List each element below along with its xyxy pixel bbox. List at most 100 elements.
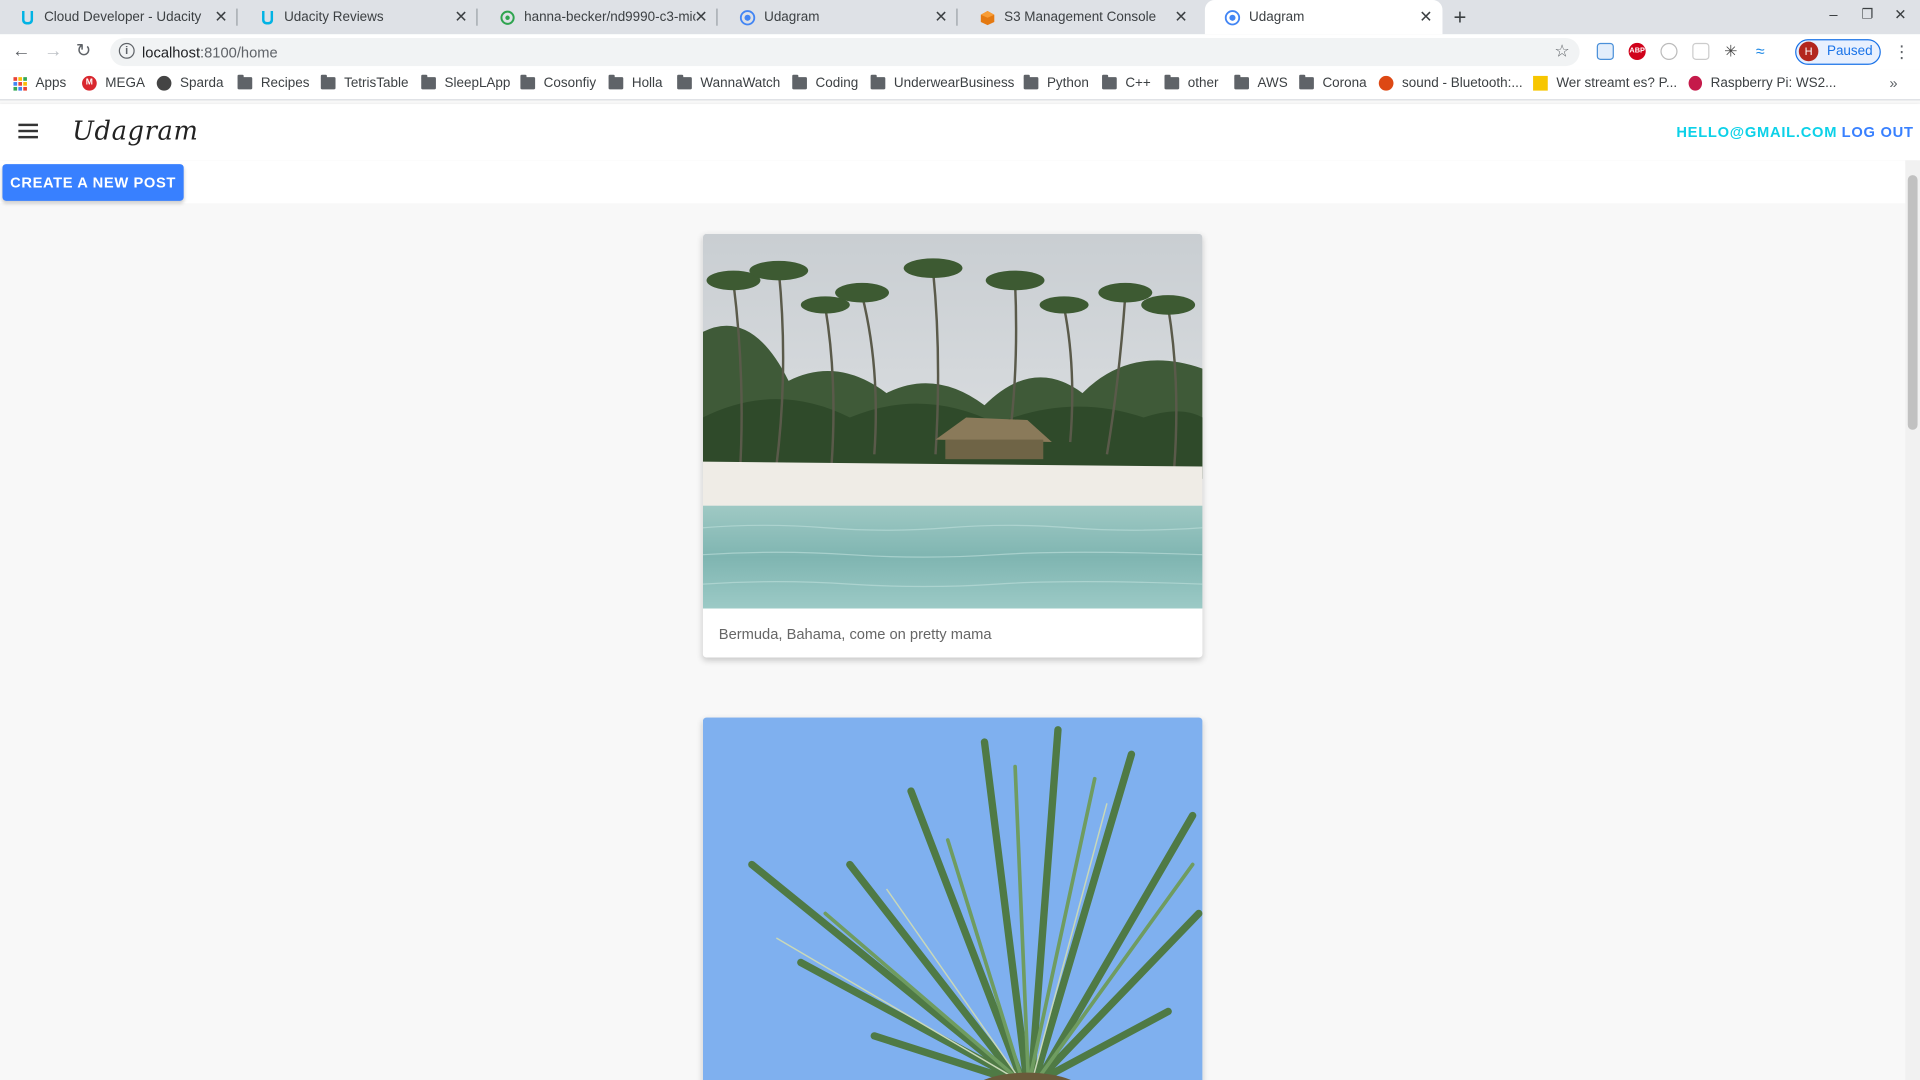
- close-window-button[interactable]: ✕: [1894, 6, 1906, 23]
- bookmark-label: TetrisTable: [344, 75, 409, 91]
- forward-icon[interactable]: →: [44, 40, 62, 62]
- restore-button[interactable]: ❐: [1861, 6, 1873, 22]
- user-email-link[interactable]: HELLO@GMAIL.COM: [1676, 124, 1837, 141]
- url-text[interactable]: localhost:8100/home: [142, 44, 278, 61]
- folder-icon: [421, 74, 436, 90]
- adblock-icon[interactable]: ABP: [1628, 42, 1646, 61]
- tab-title: Udagram: [764, 9, 820, 25]
- bookmark-wannawatch[interactable]: WannaWatch: [677, 74, 781, 91]
- post-image[interactable]: [702, 233, 1203, 609]
- bookmark-tetristable[interactable]: TetrisTable: [320, 74, 409, 91]
- bookmark-label: sound - Bluetooth:...: [1402, 75, 1523, 91]
- browser-toolbar: ← → ↻ i localhost:8100/home ☆ ABP ✳ ≈ H …: [0, 34, 1920, 70]
- bookmark-sleeplapp[interactable]: SleepLApp: [421, 74, 511, 91]
- bookmark-label: WannaWatch: [700, 75, 781, 91]
- back-icon[interactable]: ←: [12, 40, 30, 62]
- bookmark-label: Apps: [35, 75, 67, 91]
- url-path: :8100/home: [200, 44, 278, 62]
- folder-icon: [792, 74, 807, 90]
- bookmark-label: C++: [1125, 75, 1151, 91]
- feed-card: Bermuda, Bahama, come on pretty mama: [702, 233, 1203, 658]
- bookmarks-overflow-icon[interactable]: »: [1889, 75, 1897, 92]
- extension-box-icon[interactable]: [1692, 42, 1710, 61]
- create-post-button[interactable]: CREATE A NEW POST: [2, 164, 184, 201]
- folder-icon: [1234, 74, 1249, 90]
- tab-close-icon[interactable]: ✕: [1419, 7, 1432, 27]
- app-logo[interactable]: Udagram: [72, 116, 198, 145]
- action-bar: CREATE A NEW POST: [0, 160, 1906, 204]
- bookmark-holla[interactable]: Holla: [608, 74, 663, 91]
- bookmark-cpp[interactable]: C++: [1102, 74, 1151, 91]
- profile-status: Paused: [1826, 44, 1873, 59]
- bookmark-recipes[interactable]: Recipes: [237, 74, 309, 91]
- browser-menu-icon[interactable]: ⋮: [1893, 42, 1910, 63]
- new-tab-button[interactable]: +: [1453, 5, 1466, 29]
- scrollbar-thumb[interactable]: [1907, 175, 1918, 430]
- tab-close-icon[interactable]: ✕: [694, 7, 707, 27]
- palm-image: [702, 717, 1203, 1080]
- bookmark-werstreamt[interactable]: Wer streamt es? P...: [1533, 75, 1678, 91]
- tab-close-icon[interactable]: ✕: [214, 7, 227, 27]
- bookmark-corona[interactable]: Corona: [1299, 74, 1367, 91]
- bookmark-aws[interactable]: AWS: [1234, 74, 1288, 91]
- bookmark-sound-bluetooth[interactable]: sound - Bluetooth:...: [1378, 75, 1523, 91]
- bookmark-mega[interactable]: M MEGA: [82, 75, 145, 91]
- bookmark-cosonfiy[interactable]: Cosonfiy: [520, 74, 596, 91]
- tab-title: hanna-becker/nd9990-c3-micro: [524, 9, 696, 25]
- menu-icon[interactable]: [18, 123, 38, 139]
- folder-icon: [1164, 74, 1180, 90]
- tab-separator: [956, 8, 958, 26]
- mega-icon: M: [82, 75, 97, 91]
- reload-icon[interactable]: ↻: [76, 40, 91, 62]
- extension-clock-icon[interactable]: [1660, 42, 1678, 61]
- tab-close-icon[interactable]: ✕: [934, 7, 947, 27]
- bookmark-underwearbusiness[interactable]: UnderwearBusiness: [870, 74, 1015, 91]
- minimize-button[interactable]: –: [1829, 6, 1837, 23]
- bookmark-python[interactable]: Python: [1023, 74, 1089, 91]
- bookmark-label: MEGA: [105, 75, 145, 91]
- bookmark-apps[interactable]: Apps: [13, 76, 66, 91]
- bookmark-coding[interactable]: Coding: [792, 74, 859, 91]
- askubuntu-icon: [1378, 75, 1394, 91]
- sparda-icon: [156, 75, 172, 91]
- raspberry-icon: [1688, 75, 1703, 91]
- tab-cloud-developer[interactable]: Cloud Developer - Udacity ✕: [0, 0, 238, 34]
- folder-icon: [608, 74, 624, 90]
- tab-close-icon[interactable]: ✕: [454, 7, 467, 27]
- udacity-icon: [260, 9, 276, 25]
- globe-icon: [739, 9, 756, 25]
- folder-icon: [320, 74, 336, 90]
- bookmark-other[interactable]: other: [1164, 74, 1218, 91]
- feed-card: [702, 717, 1203, 1080]
- app-header: Udagram HELLO@GMAIL.COM LOG OUT: [0, 104, 1920, 161]
- udacity-icon: [20, 9, 36, 25]
- bookmark-label: Coding: [815, 75, 859, 91]
- folder-icon: [677, 74, 692, 90]
- page-scrollbar[interactable]: [1905, 160, 1920, 1080]
- extension-wave-icon[interactable]: ≈: [1756, 42, 1773, 60]
- extension-screen-icon[interactable]: [1596, 42, 1614, 61]
- tab-github[interactable]: hanna-becker/nd9990-c3-micro ✕: [480, 0, 718, 34]
- profile-avatar: H: [1798, 41, 1819, 62]
- tab-strip: Cloud Developer - Udacity ✕ Udacity Revi…: [0, 0, 1920, 35]
- apps-grid-icon: [13, 76, 27, 91]
- tab-close-icon[interactable]: ✕: [1174, 7, 1187, 27]
- tab-udacity-reviews[interactable]: Udacity Reviews ✕: [240, 0, 478, 34]
- site-info-icon[interactable]: i: [118, 42, 135, 59]
- tab-separator: [236, 8, 238, 26]
- tab-udagram-1[interactable]: Udagram ✕: [720, 0, 958, 34]
- post-image[interactable]: [702, 717, 1203, 1080]
- bookmark-label: Wer streamt es? P...: [1556, 75, 1678, 91]
- bookmark-sparda[interactable]: Sparda: [156, 75, 223, 91]
- profile-button[interactable]: H Paused: [1795, 39, 1881, 65]
- bookmark-star-icon[interactable]: ☆: [1554, 40, 1569, 61]
- extension-bug-icon[interactable]: ✳: [1724, 42, 1741, 60]
- tab-udagram-active[interactable]: Udagram ✕: [1204, 0, 1443, 35]
- bookmark-raspberry[interactable]: Raspberry Pi: WS2...: [1688, 75, 1836, 91]
- address-bar[interactable]: i localhost:8100/home ☆: [110, 37, 1580, 67]
- logout-button[interactable]: LOG OUT: [1842, 124, 1914, 141]
- bookmark-label: SleepLApp: [444, 75, 511, 91]
- tab-s3-console[interactable]: S3 Management Console ✕: [960, 0, 1198, 34]
- tab-separator: [716, 8, 718, 26]
- bookmark-label: UnderwearBusiness: [893, 75, 1015, 91]
